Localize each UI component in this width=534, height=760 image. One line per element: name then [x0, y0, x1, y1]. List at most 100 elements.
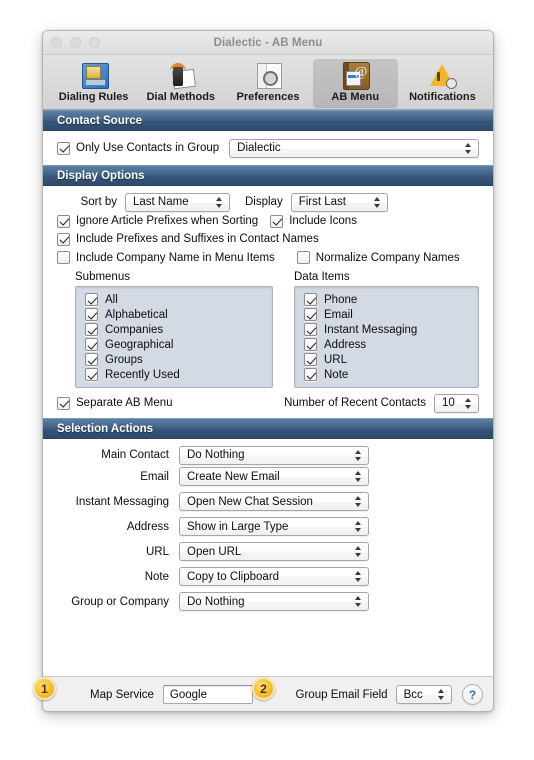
action-row-note: Note Copy to Clipboard: [43, 564, 493, 589]
recent-contacts-stepper[interactable]: 10: [434, 393, 479, 413]
data-item-instant-messaging-checkbox[interactable]: [304, 323, 317, 336]
data-item-phone-checkbox[interactable]: [304, 293, 317, 306]
preferences-window: Dialectic - AB Menu Dialing Rules Dial M…: [42, 30, 494, 712]
list-item[interactable]: Phone: [295, 292, 478, 307]
data-items-group: Data Items Phone Email Instant Messaging…: [294, 271, 479, 388]
note-label: Note: [144, 570, 169, 583]
only-use-contacts-in-group-label: Only Use Contacts in Group: [76, 142, 220, 154]
ab-menu-icon: @: [340, 61, 371, 90]
window-title: Dialectic - AB Menu: [213, 36, 323, 49]
submenu-companies-checkbox[interactable]: [85, 323, 98, 336]
close-button[interactable]: [51, 37, 62, 48]
group-email-field-label: Group Email Field: [295, 688, 388, 701]
list-item[interactable]: Address: [295, 337, 478, 352]
minimize-button[interactable]: [70, 37, 81, 48]
toolbar-tab-label: Notifications: [409, 91, 476, 103]
zoom-button[interactable]: [89, 37, 100, 48]
toolbar-tab-label: Dial Methods: [146, 91, 216, 103]
list-item-label: Email: [324, 308, 353, 321]
list-item[interactable]: Companies: [76, 322, 272, 337]
submenu-all-checkbox[interactable]: [85, 293, 98, 306]
list-item[interactable]: Groups: [76, 352, 272, 367]
chevron-updown-icon: [464, 397, 473, 410]
chevron-updown-icon: [464, 142, 473, 155]
group-email-field-popup[interactable]: Bcc: [395, 685, 452, 704]
data-item-note-checkbox[interactable]: [304, 368, 317, 381]
url-popup[interactable]: Open URL: [179, 542, 369, 561]
action-row-email: Email Create New Email: [43, 464, 493, 489]
normalize-company-names-label: Normalize Company Names: [315, 251, 460, 264]
list-item[interactable]: URL: [295, 352, 478, 367]
include-company-name-checkbox[interactable]: [57, 251, 70, 264]
submenu-recently-used-checkbox[interactable]: [85, 368, 98, 381]
submenu-alphabetical-checkbox[interactable]: [85, 308, 98, 321]
data-item-url-checkbox[interactable]: [304, 353, 317, 366]
separate-ab-menu-label: Separate AB Menu: [76, 397, 173, 409]
list-boxes-row: Submenus All Alphabetical Companies Geog…: [43, 267, 493, 388]
toolbar-tab-notifications[interactable]: Notifications: [400, 59, 485, 108]
toolbar-tab-preferences[interactable]: Preferences: [225, 59, 310, 108]
help-button[interactable]: ?: [462, 684, 483, 705]
data-items-listbox[interactable]: Phone Email Instant Messaging Address UR…: [294, 286, 479, 388]
list-item[interactable]: Note: [295, 367, 478, 382]
address-popup[interactable]: Show in Large Type: [179, 517, 369, 536]
list-item[interactable]: Recently Used: [76, 367, 272, 382]
preferences-toolbar: Dialing Rules Dial Methods Preferences @: [43, 55, 493, 110]
list-item[interactable]: All: [76, 292, 272, 307]
normalize-company-names-checkbox[interactable]: [296, 251, 310, 264]
contact-source-panel: Only Use Contacts in Group Dialectic: [43, 131, 493, 165]
main-contact-popup[interactable]: Do Nothing: [179, 445, 369, 465]
submenus-listbox[interactable]: All Alphabetical Companies Geographical …: [75, 286, 273, 388]
toolbar-tab-dial-methods[interactable]: Dial Methods: [138, 59, 223, 108]
dialing-rules-icon: [79, 61, 109, 90]
group-or-company-popup[interactable]: Do Nothing: [179, 592, 369, 611]
list-item[interactable]: Geographical: [76, 337, 272, 352]
include-icons-checkbox[interactable]: [270, 214, 284, 228]
toolbar-tab-ab-menu[interactable]: @ AB Menu: [312, 59, 398, 108]
contact-group-popup[interactable]: Dialectic: [229, 138, 479, 158]
data-item-email-checkbox[interactable]: [304, 308, 317, 321]
chevron-updown-icon: [354, 570, 363, 583]
chevron-updown-icon: [354, 520, 363, 533]
preferences-content: Contact Source Only Use Contacts in Grou…: [43, 110, 493, 711]
map-service-input[interactable]: Google: [162, 685, 253, 704]
address-label: Address: [126, 520, 169, 533]
chevron-updown-icon: [354, 595, 363, 608]
action-row-main-contact: Main Contact Do Nothing: [43, 439, 493, 465]
list-item-label: Companies: [105, 323, 164, 336]
dial-methods-icon: [166, 61, 196, 90]
question-mark-icon: ?: [468, 687, 477, 702]
note-popup[interactable]: Copy to Clipboard: [179, 567, 369, 586]
toolbar-tab-label: AB Menu: [331, 91, 380, 103]
list-item[interactable]: Alphabetical: [76, 307, 272, 322]
chevron-updown-icon: [354, 449, 363, 462]
instant-messaging-popup[interactable]: Open New Chat Session: [179, 492, 369, 511]
contact-source-row: Only Use Contacts in Group Dialectic: [43, 131, 493, 165]
only-use-contacts-in-group-checkbox[interactable]: [57, 141, 70, 155]
list-item-label: Instant Messaging: [324, 323, 418, 336]
action-row-instant-messaging: Instant Messaging Open New Chat Session: [43, 489, 493, 514]
sort-by-popup[interactable]: Last Name: [125, 192, 230, 212]
display-popup[interactable]: First Last: [290, 192, 388, 212]
list-item[interactable]: Email: [295, 307, 478, 322]
note-value: Copy to Clipboard: [187, 570, 280, 583]
action-row-url: URL Open URL: [43, 539, 493, 564]
include-prefixes-suffixes-checkbox[interactable]: [57, 232, 70, 246]
chevron-updown-icon: [354, 495, 363, 508]
submenu-geographical-checkbox[interactable]: [85, 338, 98, 351]
email-popup[interactable]: Create New Email: [179, 467, 369, 486]
chevron-updown-icon: [354, 545, 363, 558]
action-row-group-or-company: Group or Company Do Nothing: [43, 589, 493, 614]
ignore-article-prefixes-checkbox[interactable]: [57, 214, 70, 228]
map-service-label: Map Service: [90, 688, 154, 701]
list-item-label: Recently Used: [105, 368, 180, 381]
group-or-company-label: Group or Company: [71, 595, 169, 608]
list-item[interactable]: Instant Messaging: [295, 322, 478, 337]
group-or-company-value: Do Nothing: [187, 595, 245, 608]
toolbar-tab-dialing-rules[interactable]: Dialing Rules: [51, 59, 136, 108]
data-item-address-checkbox[interactable]: [304, 338, 317, 351]
address-value: Show in Large Type: [187, 520, 289, 533]
submenu-groups-checkbox[interactable]: [85, 353, 98, 366]
separate-ab-menu-checkbox[interactable]: [57, 396, 70, 410]
callout-badge-1: 1: [33, 677, 56, 700]
